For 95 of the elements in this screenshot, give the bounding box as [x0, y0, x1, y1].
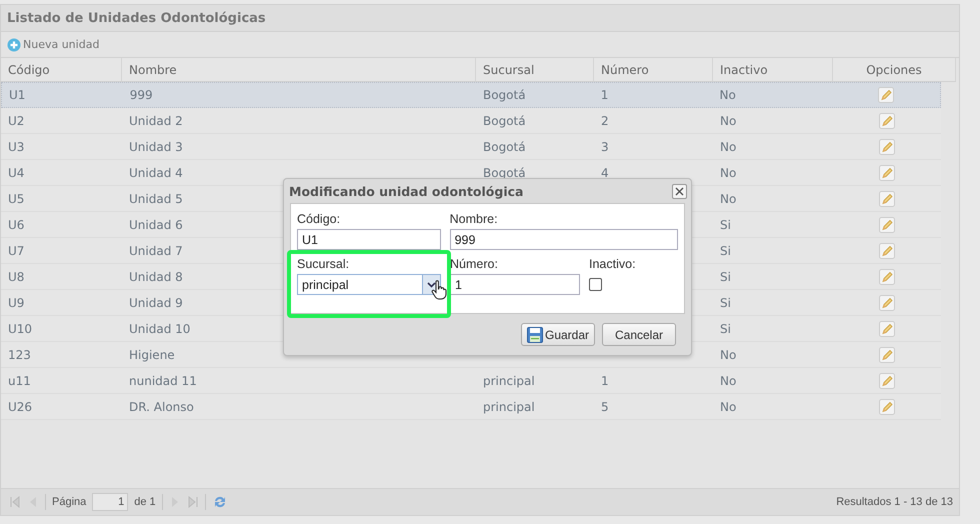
- number-field[interactable]: 1: [450, 274, 580, 295]
- table-cell: No: [720, 140, 736, 154]
- code-field[interactable]: U1: [297, 229, 441, 250]
- table-cell: Unidad 6: [129, 218, 183, 232]
- close-button[interactable]: [672, 184, 687, 198]
- table-cell: No: [720, 166, 736, 180]
- table-cell: principal: [483, 400, 535, 414]
- table-cell: No: [719, 88, 736, 102]
- plus-icon: [7, 38, 21, 52]
- table-cell: 4: [601, 166, 609, 180]
- last-page-icon[interactable]: [186, 496, 199, 508]
- caret-icon: [427, 282, 436, 288]
- table-cell: U6: [8, 218, 24, 232]
- table-cell: Si: [720, 218, 731, 232]
- table-cell: U5: [8, 192, 24, 206]
- table-cell: No: [720, 374, 736, 388]
- edit-pencil-icon[interactable]: [879, 164, 895, 180]
- column-header[interactable]: Inactivo: [713, 58, 833, 81]
- table-cell: Unidad 4: [129, 166, 183, 180]
- edit-pencil-icon[interactable]: [879, 190, 895, 206]
- column-header[interactable]: Nombre: [122, 58, 476, 81]
- table-cell: Unidad 5: [129, 192, 183, 206]
- save-button[interactable]: Guardar: [521, 323, 595, 346]
- close-icon: [675, 186, 684, 196]
- page-count: de 1: [134, 496, 156, 508]
- table-cell: No: [720, 192, 736, 206]
- edit-pencil-icon[interactable]: [879, 346, 895, 362]
- edit-pencil-icon[interactable]: [879, 320, 895, 336]
- table-cell: nunidad 11: [129, 374, 197, 388]
- edit-pencil-icon[interactable]: [879, 268, 895, 284]
- column-header[interactable]: Opciones: [833, 58, 956, 81]
- column-header[interactable]: Número: [594, 58, 713, 81]
- page-input[interactable]: 1: [92, 493, 128, 511]
- table-cell: Unidad 3: [129, 140, 183, 154]
- table-cell: 3: [601, 140, 609, 154]
- table-cell: Unidad 7: [129, 244, 183, 258]
- panel-title: Listado de Unidades Odontológicas: [7, 10, 266, 26]
- hand-cursor-icon: [431, 280, 447, 300]
- column-header[interactable]: Código: [1, 58, 122, 81]
- table-cell: Bogotá: [483, 166, 526, 180]
- table-cell: 999: [130, 88, 153, 102]
- table-cell: Si: [720, 322, 731, 336]
- table-cell: Si: [720, 270, 731, 284]
- edit-pencil-icon[interactable]: [879, 372, 895, 388]
- field-label: Código:: [297, 212, 342, 227]
- table-cell: U7: [8, 244, 24, 258]
- table-cell: Bogotá: [482, 88, 526, 102]
- page-label: Página: [52, 496, 86, 508]
- edit-pencil-icon[interactable]: [878, 87, 894, 103]
- table-cell: DR. Alonso: [129, 400, 194, 414]
- table-cell: Unidad 2: [129, 114, 183, 128]
- field-label: Inactivo:: [589, 257, 636, 272]
- table-cell: 1: [600, 88, 608, 102]
- table-cell: Bogotá: [483, 114, 526, 128]
- table-cell: U4: [8, 166, 24, 180]
- results-count: Resultados 1 - 13 de 13: [836, 496, 953, 508]
- table-cell: 123: [8, 348, 31, 362]
- table-cell: Higiene: [129, 348, 175, 362]
- edit-pencil-icon[interactable]: [879, 398, 895, 414]
- table-cell: principal: [483, 374, 535, 388]
- table-cell: U26: [8, 400, 32, 414]
- edit-pencil-icon[interactable]: [879, 216, 895, 232]
- table-cell: U8: [8, 270, 24, 284]
- cancel-button[interactable]: Cancelar: [602, 323, 676, 346]
- table-cell: U3: [8, 140, 24, 154]
- first-page-icon[interactable]: [9, 496, 21, 508]
- table-cell: 2: [601, 114, 609, 128]
- table-cell: u11: [8, 374, 31, 388]
- edit-pencil-icon[interactable]: [879, 138, 895, 154]
- table-cell: No: [720, 400, 736, 414]
- table-cell: U9: [8, 296, 24, 310]
- table-cell: 1: [601, 374, 609, 388]
- table-cell: Unidad 10: [129, 322, 190, 336]
- edit-pencil-icon[interactable]: [879, 242, 895, 258]
- table-cell: U10: [8, 322, 32, 336]
- edit-pencil-icon[interactable]: [879, 112, 895, 128]
- table-cell: Unidad 9: [129, 296, 183, 310]
- table-cell: 5: [601, 400, 609, 414]
- table-row[interactable]: U1 999 Bogotá 1 No: [1, 82, 941, 108]
- column-header[interactable]: Sucursal: [476, 58, 594, 81]
- table-cell: U2: [8, 114, 24, 128]
- table-cell: Si: [720, 296, 731, 310]
- dialog-title: Modificando unidad odontológica: [289, 184, 524, 198]
- field-label: Número:: [450, 257, 499, 272]
- table-cell: U1: [9, 88, 26, 102]
- table-cell: Bogotá: [483, 140, 526, 154]
- field-label: Sucursal:: [297, 257, 350, 272]
- table-cell: No: [720, 114, 736, 128]
- table-cell: Si: [720, 244, 731, 258]
- edit-pencil-icon[interactable]: [879, 294, 895, 310]
- new-unit-button[interactable]: Nueva unidad: [7, 38, 100, 52]
- table-cell: No: [720, 348, 736, 362]
- name-field[interactable]: 999: [450, 229, 678, 250]
- field-label: Nombre:: [450, 212, 499, 227]
- table-cell: Unidad 8: [129, 270, 183, 284]
